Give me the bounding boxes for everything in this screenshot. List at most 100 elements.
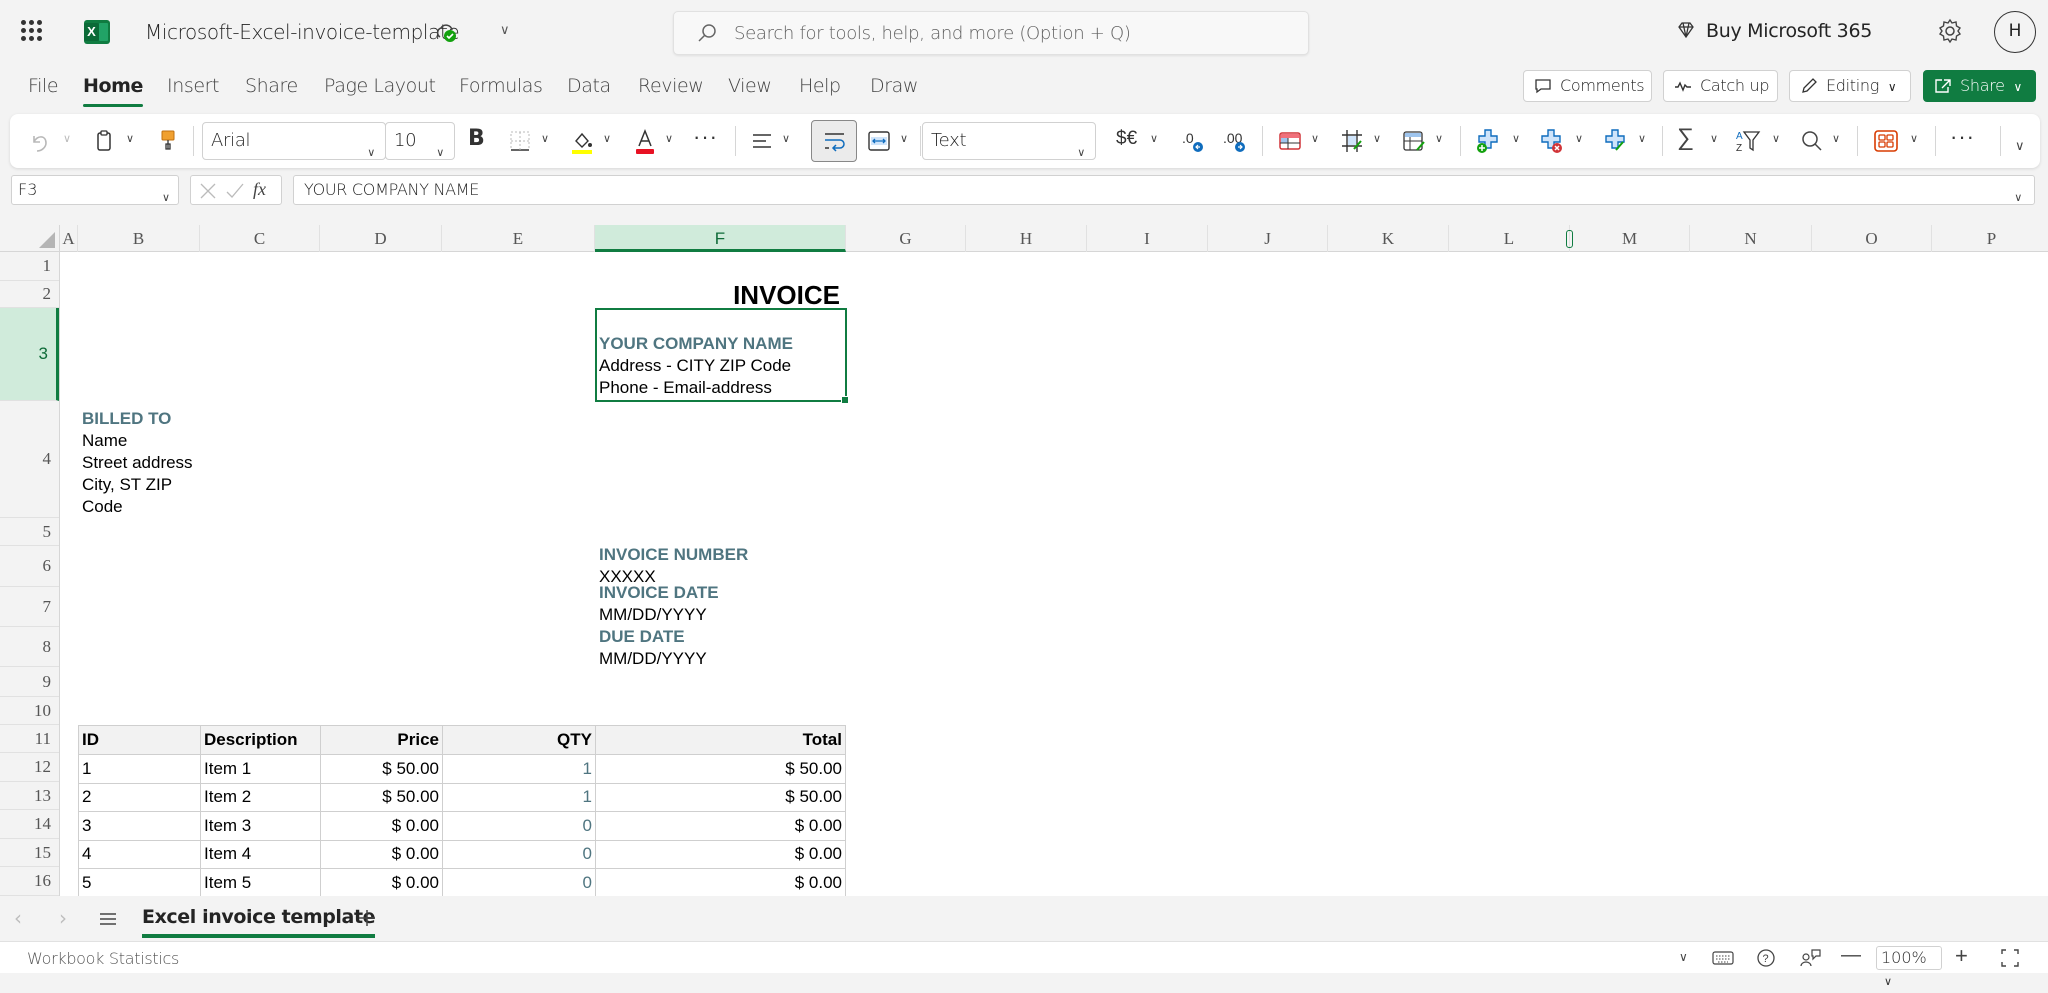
item-description[interactable]: Item 3 (200, 811, 321, 841)
item-qty[interactable]: 1 (442, 754, 596, 784)
editing-mode-button[interactable]: Editing ∨ (1789, 70, 1911, 102)
row-header-7[interactable]: 7 (0, 587, 59, 627)
row-header-4[interactable]: 4 (0, 401, 59, 518)
fullscreen-icon[interactable] (2000, 948, 2020, 968)
zoom-level-dropdown[interactable]: 100% ∨ (1876, 946, 1942, 988)
undo-icon[interactable] (28, 127, 50, 155)
borders-icon[interactable] (508, 127, 532, 155)
sort-filter-icon[interactable]: AZ (1735, 127, 1761, 155)
row-header-10[interactable]: 10 (0, 697, 59, 725)
add-ins-icon[interactable] (1873, 127, 1899, 155)
row-header-8[interactable]: 8 (0, 627, 59, 667)
column-header-h[interactable]: H (966, 225, 1087, 252)
invoice-title[interactable]: INVOICE (733, 280, 840, 311)
title-chevron-down-icon[interactable]: ∨ (500, 22, 510, 38)
more-font-options-icon[interactable]: ··· (693, 124, 718, 152)
merge-cells-icon[interactable] (867, 127, 891, 155)
company-contact[interactable]: Phone - Email-address (599, 378, 772, 398)
item-total[interactable]: $ 0.00 (595, 839, 846, 869)
tab-insert[interactable]: Insert (167, 75, 220, 97)
item-qty[interactable]: 0 (442, 839, 596, 869)
column-header-o[interactable]: O (1812, 225, 1932, 252)
row-header-5[interactable]: 5 (0, 518, 59, 546)
tab-share[interactable]: Share (245, 75, 298, 97)
column-header-p[interactable]: P (1932, 225, 2048, 252)
currency-format-icon[interactable]: $€ (1116, 128, 1137, 156)
format-table-chevron-down-icon[interactable]: ∨ (1373, 132, 1381, 145)
tab-draw[interactable]: Draw (870, 75, 918, 97)
format-chevron-down-icon[interactable]: ∨ (1638, 132, 1646, 145)
header-qty[interactable]: QTY (442, 725, 596, 755)
format-cells-icon[interactable] (1603, 127, 1629, 155)
font-color-chevron-down-icon[interactable]: ∨ (665, 132, 673, 145)
align-chevron-down-icon[interactable]: ∨ (782, 132, 790, 145)
item-total[interactable]: $ 50.00 (595, 782, 846, 812)
merge-chevron-down-icon[interactable]: ∨ (900, 132, 908, 145)
excel-logo-icon[interactable]: X (84, 20, 110, 44)
name-box[interactable]: F3 ∨ (11, 175, 179, 205)
clipboard-paste-icon[interactable] (94, 127, 114, 155)
delete-chevron-down-icon[interactable]: ∨ (1575, 132, 1583, 145)
keyboard-icon[interactable] (1712, 950, 1734, 966)
item-description[interactable]: Item 4 (200, 839, 321, 869)
formula-input[interactable]: YOUR COMPANY NAME ∨ (293, 175, 2035, 205)
item-qty[interactable]: 0 (442, 811, 596, 841)
font-name-dropdown[interactable]: Arial ∨ (202, 122, 386, 160)
due-date-label[interactable]: DUE DATE (599, 627, 685, 647)
align-icon[interactable] (750, 127, 774, 155)
item-price[interactable]: $ 0.00 (320, 839, 443, 869)
item-qty[interactable]: 0 (442, 868, 596, 896)
decrease-decimal-icon[interactable]: .0 (1180, 127, 1206, 155)
insert-cells-icon[interactable] (1475, 127, 1501, 155)
fill-color-icon[interactable] (570, 127, 594, 155)
header-id[interactable]: ID (78, 725, 201, 755)
row-header-15[interactable]: 15 (0, 839, 59, 867)
invoice-date-value[interactable]: MM/DD/YYYY (599, 605, 707, 625)
row-header-13[interactable]: 13 (0, 782, 59, 810)
find-chevron-down-icon[interactable]: ∨ (1832, 132, 1840, 145)
enter-check-icon[interactable] (225, 182, 245, 200)
column-header-j[interactable]: J (1208, 225, 1328, 252)
more-options-icon[interactable]: ··· (1950, 124, 1975, 152)
tab-view[interactable]: View (728, 75, 772, 97)
tab-data[interactable]: Data (567, 75, 611, 97)
column-header-b[interactable]: B (78, 225, 200, 252)
catch-up-button[interactable]: Catch up (1663, 70, 1778, 102)
company-name[interactable]: YOUR COMPANY NAME (599, 334, 793, 354)
app-launcher-icon[interactable] (21, 20, 43, 42)
previous-sheet-icon[interactable]: ‹ (14, 906, 22, 930)
cell-styles-chevron-down-icon[interactable]: ∨ (1435, 132, 1443, 145)
row-header-3[interactable]: 3 (0, 308, 59, 401)
cloud-saved-icon[interactable] (433, 20, 459, 44)
conditional-formatting-chevron-down-icon[interactable]: ∨ (1311, 132, 1319, 145)
column-header-i[interactable]: I (1087, 225, 1208, 252)
tab-page-layout[interactable]: Page Layout (324, 75, 436, 97)
billed-code[interactable]: Code (82, 497, 123, 517)
column-header-l[interactable]: L (1449, 225, 1570, 252)
column-header-k[interactable]: K (1328, 225, 1449, 252)
formula-expand-chevron-icon[interactable]: ∨ (2014, 184, 2022, 212)
fill-color-chevron-down-icon[interactable]: ∨ (603, 132, 611, 145)
row-header-14[interactable]: 14 (0, 810, 59, 839)
tab-file[interactable]: File (28, 75, 59, 97)
due-date-value[interactable]: MM/DD/YYYY (599, 649, 707, 669)
item-price[interactable]: $ 50.00 (320, 754, 443, 784)
item-description[interactable]: Item 5 (200, 868, 321, 896)
item-id[interactable]: 5 (78, 868, 201, 896)
item-id[interactable]: 1 (78, 754, 201, 784)
tab-help[interactable]: Help (799, 75, 841, 97)
insert-chevron-down-icon[interactable]: ∨ (1512, 132, 1520, 145)
row-header-9[interactable]: 9 (0, 667, 59, 697)
invoice-date-label[interactable]: INVOICE DATE (599, 583, 719, 603)
billed-street[interactable]: Street address (82, 453, 193, 473)
undo-chevron-down-icon[interactable]: ∨ (63, 132, 71, 145)
item-total[interactable]: $ 0.00 (595, 868, 846, 896)
header-description[interactable]: Description (200, 725, 321, 755)
item-id[interactable]: 3 (78, 811, 201, 841)
add-sheet-icon[interactable] (357, 908, 377, 928)
row-header-16[interactable]: 16 (0, 867, 59, 896)
item-description[interactable]: Item 2 (200, 782, 321, 812)
item-id[interactable]: 4 (78, 839, 201, 869)
all-sheets-menu-icon[interactable] (99, 911, 117, 927)
item-total[interactable]: $ 0.00 (595, 811, 846, 841)
